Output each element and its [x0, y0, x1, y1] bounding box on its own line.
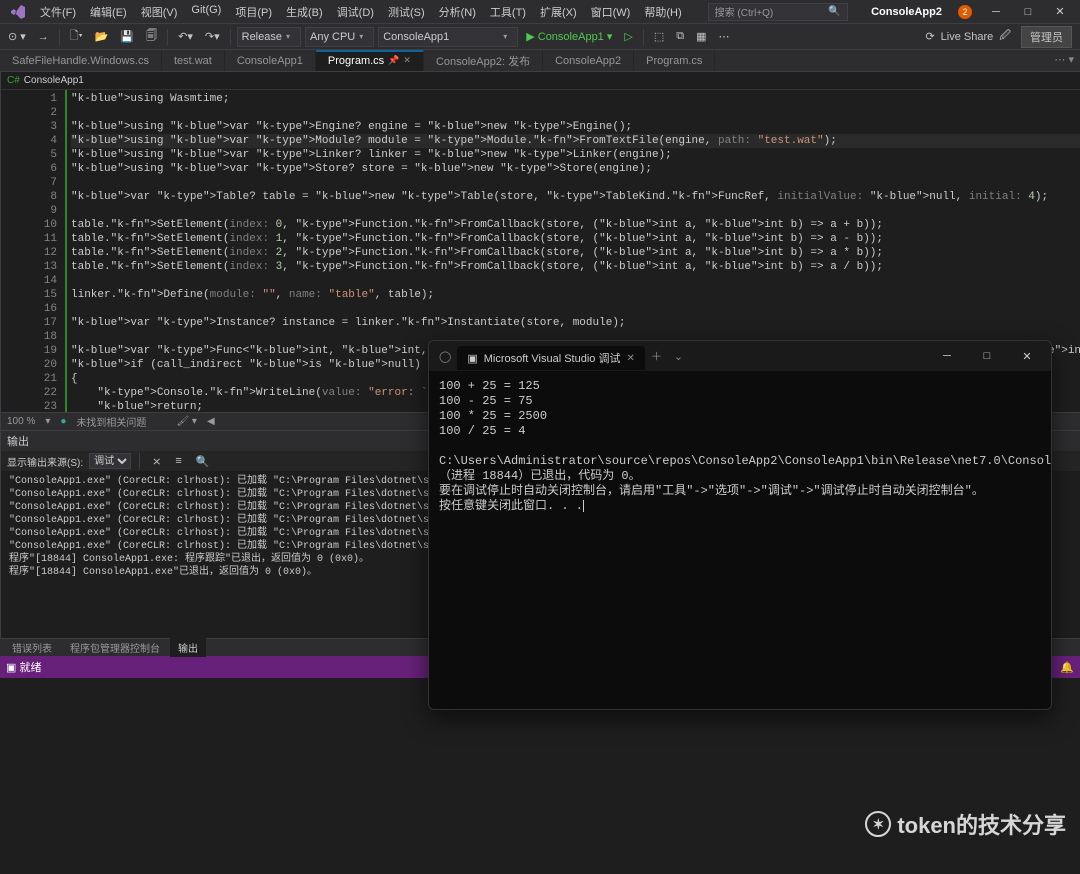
output-source-combo[interactable]: 调试 — [89, 453, 131, 469]
menu-item[interactable]: 编辑(E) — [84, 1, 133, 23]
bottom-tab[interactable]: 错误列表 — [4, 638, 60, 657]
live-share-icon: ⟳ — [925, 30, 934, 43]
save-icon[interactable]: 💾 — [116, 28, 138, 45]
open-icon[interactable]: 📂 — [91, 28, 113, 45]
zoom-level[interactable]: 100 % — [7, 416, 35, 427]
editor-breadcrumb[interactable]: C# ConsoleApp1 ▾ ▾ — [1, 72, 1080, 90]
nav-fwd-icon[interactable]: → — [34, 29, 53, 45]
menu-item[interactable]: 窗口(W) — [585, 1, 637, 23]
new-tab-icon[interactable]: ＋ — [645, 344, 668, 368]
brush-icon[interactable]: 🖌 ▾ — [176, 416, 197, 427]
file-tab[interactable]: test.wat — [162, 50, 225, 71]
toolbar-icon-2[interactable]: ⧉ — [672, 28, 688, 45]
menu-item[interactable]: 视图(V) — [135, 1, 184, 23]
issues-text[interactable]: 未找到相关问题 — [76, 414, 146, 429]
file-tab[interactable]: SafeFileHandle.Windows.cs — [0, 50, 162, 71]
main-toolbar: ⊙ ▾ → 🗋▾ 📂 💾 🗐 ↶▾ ↷▾ Release▾ Any CPU▾ C… — [0, 24, 1080, 50]
terminal-titlebar[interactable]: ◯ ▣ Microsoft Visual Studio 调试 ✕ ＋ ⌄ ─ □… — [429, 341, 1051, 371]
vs-logo-icon — [10, 3, 28, 21]
zoom-chev-icon[interactable]: ▾ — [45, 416, 50, 427]
window-buttons: ─ □ ✕ — [980, 0, 1076, 24]
menu-item[interactable]: Git(G) — [185, 1, 227, 23]
menu-item[interactable]: 项目(P) — [229, 1, 278, 23]
live-share[interactable]: ⟳ Live Share 🖉 管理员 — [925, 26, 1076, 48]
menu-item[interactable]: 帮助(H) — [638, 1, 687, 23]
toolbar-icon-3[interactable]: ▦ — [692, 28, 710, 45]
search-icon: 🔍 — [828, 6, 840, 17]
terminal-tab[interactable]: ▣ Microsoft Visual Studio 调试 ✕ — [457, 346, 645, 370]
save-all-icon[interactable]: 🗐 — [142, 25, 161, 48]
status-icon: ▣ — [6, 661, 16, 674]
notification-badge[interactable]: 2 — [958, 5, 972, 19]
config-combo[interactable]: Release▾ — [237, 27, 301, 47]
output-wrap-icon[interactable]: ≡ — [171, 453, 185, 469]
platform-combo[interactable]: Any CPU▾ — [305, 27, 374, 47]
wechat-icon: ✶ — [865, 811, 891, 837]
close-icon[interactable]: ✕ — [403, 55, 411, 66]
menu-item[interactable]: 调试(D) — [331, 1, 380, 23]
maximize-button[interactable]: □ — [1012, 0, 1044, 24]
main-menu: 文件(F)编辑(E)视图(V)Git(G)项目(P)生成(B)调试(D)测试(S… — [34, 1, 688, 23]
menu-item[interactable]: 文件(F) — [34, 1, 82, 23]
tab-overflow-icon[interactable]: ⋯ ▾ — [1048, 50, 1080, 71]
glyph-margin[interactable] — [1, 90, 29, 412]
bottom-tab[interactable]: 输出 — [170, 638, 206, 657]
startup-project-combo[interactable]: ConsoleApp1▾ — [378, 27, 518, 47]
tab-dropdown-icon[interactable]: ⌄ — [668, 346, 689, 367]
menu-item[interactable]: 测试(S) — [382, 1, 431, 23]
global-search[interactable]: 搜索 (Ctrl+Q) 🔍 — [708, 3, 848, 21]
output-source-label: 显示输出来源(S): — [7, 454, 83, 469]
menu-item[interactable]: 生成(B) — [280, 1, 329, 23]
undo-icon[interactable]: ↶▾ — [174, 28, 197, 45]
admin-badge: 管理员 — [1021, 26, 1072, 48]
term-maximize-button[interactable]: □ — [967, 341, 1007, 371]
menu-item[interactable]: 分析(N) — [433, 1, 482, 23]
menu-item[interactable]: 工具(T) — [484, 1, 532, 23]
scroll-left-icon[interactable]: ◀ — [207, 416, 215, 427]
close-button[interactable]: ✕ — [1044, 0, 1076, 24]
csharp-icon: C# — [7, 75, 20, 86]
output-find-icon[interactable]: 🔍 — [192, 453, 214, 470]
file-tab[interactable]: Program.cs — [634, 50, 715, 71]
pin-icon[interactable]: 📌 — [388, 55, 399, 66]
debug-console-window[interactable]: ◯ ▣ Microsoft Visual Studio 调试 ✕ ＋ ⌄ ─ □… — [428, 340, 1052, 710]
term-close-button[interactable]: ✕ — [1007, 341, 1047, 371]
file-tab[interactable]: ConsoleApp1 — [225, 50, 316, 71]
file-tab[interactable]: ConsoleApp2 — [543, 50, 634, 71]
title-bar: 文件(F)编辑(E)视图(V)Git(G)项目(P)生成(B)调试(D)测试(S… — [0, 0, 1080, 24]
cmd-icon: ▣ — [467, 352, 477, 365]
file-tab[interactable]: ConsoleApp2: 发布 — [424, 50, 543, 71]
run-button[interactable]: ▶ ConsoleApp1 ▾ — [522, 28, 616, 45]
bell-icon[interactable]: 🔔 — [1060, 661, 1074, 674]
toolbar-icon-1[interactable]: ⬚ — [650, 28, 668, 45]
bottom-tab[interactable]: 程序包管理器控制台 — [62, 638, 168, 657]
app-title: ConsoleApp2 — [871, 6, 942, 18]
line-numbers: 1234567891011121314151617181920212223242… — [29, 90, 65, 412]
status-ready: 就绪 — [19, 659, 41, 675]
output-clear-icon[interactable]: ⨯ — [148, 453, 165, 470]
document-tabs: SafeFileHandle.Windows.cstest.watConsole… — [0, 50, 1080, 72]
search-placeholder: 搜索 (Ctrl+Q) — [715, 4, 774, 19]
run-no-debug-icon[interactable]: ▷ — [620, 28, 636, 45]
terminal-output[interactable]: 100 + 25 = 125 100 - 25 = 75 100 * 25 = … — [429, 371, 1051, 709]
tab-close-icon[interactable]: ✕ — [626, 353, 634, 364]
feedback-icon[interactable]: 🖉 — [999, 27, 1011, 46]
terminal-app-icon: ◯ — [433, 350, 457, 363]
file-tab[interactable]: Program.cs📌✕ — [316, 50, 424, 71]
watermark: ✶ token的技术分享 — [865, 808, 1066, 840]
redo-icon[interactable]: ↷▾ — [201, 28, 224, 45]
term-minimize-button[interactable]: ─ — [927, 341, 967, 371]
nav-back-icon[interactable]: ⊙ ▾ — [4, 28, 30, 45]
new-item-icon[interactable]: 🗋▾ — [66, 25, 87, 48]
menu-item[interactable]: 扩展(X) — [534, 1, 583, 23]
minimize-button[interactable]: ─ — [980, 0, 1012, 24]
issues-ok-icon: ● — [60, 416, 66, 427]
toolbar-icon-4[interactable]: ⋯ — [715, 28, 734, 45]
